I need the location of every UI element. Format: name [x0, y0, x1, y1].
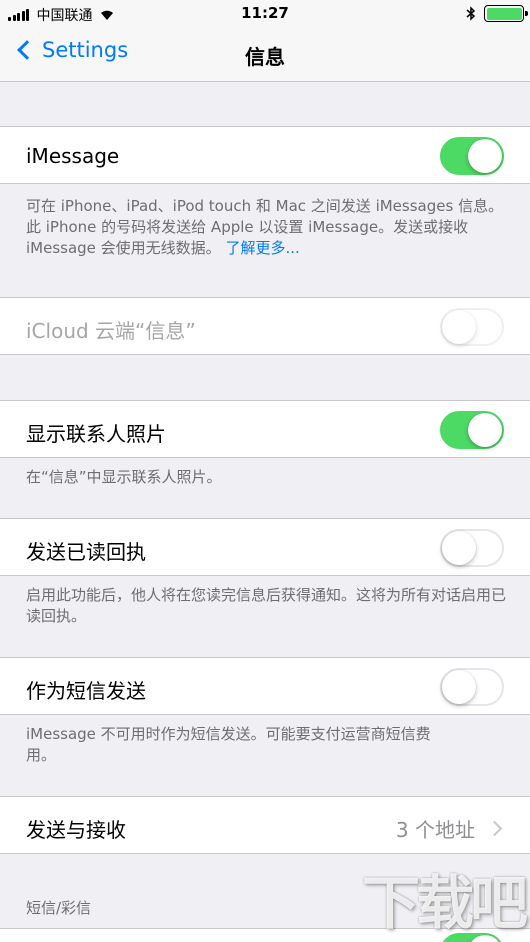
bluetooth-icon — [466, 6, 476, 21]
navigation-bar: Settings 信息 — [0, 28, 530, 82]
send-receive-label: 发送与接收 — [26, 818, 126, 842]
read-receipts-row[interactable]: 发送已读回执 — [0, 518, 530, 576]
imessage-toggle[interactable] — [440, 137, 504, 175]
sms-mms-section-header: 短信/彩信 — [26, 899, 92, 917]
icloud-messages-row: iCloud 云端“信息” — [0, 297, 530, 355]
send-as-sms-toggle[interactable] — [440, 668, 504, 706]
show-contact-photos-toggle[interactable] — [440, 411, 504, 449]
show-contact-photos-row[interactable]: 显示联系人照片 — [0, 400, 530, 458]
battery-fill — [486, 7, 522, 20]
icloud-messages-label: iCloud 云端“信息” — [26, 319, 196, 343]
battery-icon — [484, 5, 528, 22]
send-receive-value: 3 个地址 — [395, 818, 475, 842]
send-as-sms-footer: iMessage 不可用时作为短信发送。可能要支付运营商短信费用。 — [26, 725, 431, 764]
learn-more-link[interactable]: 了解更多... — [225, 239, 299, 257]
status-right — [466, 5, 528, 22]
status-time: 11:27 — [241, 4, 289, 22]
contact-photos-footer: 在“信息”中显示联系人照片。 — [26, 468, 222, 486]
send-as-sms-row[interactable]: 作为短信发送 — [0, 657, 530, 715]
toggle-knob — [468, 139, 502, 173]
icloud-messages-toggle — [440, 308, 504, 346]
toggle-knob — [442, 310, 476, 344]
toggle-knob — [442, 670, 476, 704]
settings-messages-screen: 中国联通 11:27 Settings 信息 iMessage 可在 iPhon… — [0, 0, 530, 942]
status-bar: 中国联通 11:27 — [0, 0, 530, 28]
imessage-label: iMessage — [26, 144, 120, 168]
page-title: 信息 — [245, 45, 285, 69]
send-receive-row[interactable]: 发送与接收 3 个地址 — [0, 796, 530, 854]
read-receipts-toggle[interactable] — [440, 529, 504, 567]
read-receipts-footer: 启用此功能后，他人将在您读完信息后获得通知。这将为所有对话启用已读回执。 — [26, 586, 507, 625]
send-receive-detail: 3 个地址 — [396, 814, 504, 843]
imessage-row[interactable]: iMessage — [0, 126, 530, 184]
read-receipts-label: 发送已读回执 — [26, 540, 146, 564]
show-contact-photos-label: 显示联系人照片 — [26, 422, 166, 446]
chevron-right-icon — [486, 820, 503, 837]
imessage-footer: 可在 iPhone、iPad、iPod touch 和 Mac 之间发送 iMe… — [26, 196, 511, 259]
toggle-knob — [442, 531, 476, 565]
toggle-knob — [468, 413, 502, 447]
send-as-sms-label: 作为短信发送 — [26, 679, 146, 703]
watermark-logo: 下载吧 — [361, 869, 528, 937]
battery-tip — [525, 11, 528, 16]
